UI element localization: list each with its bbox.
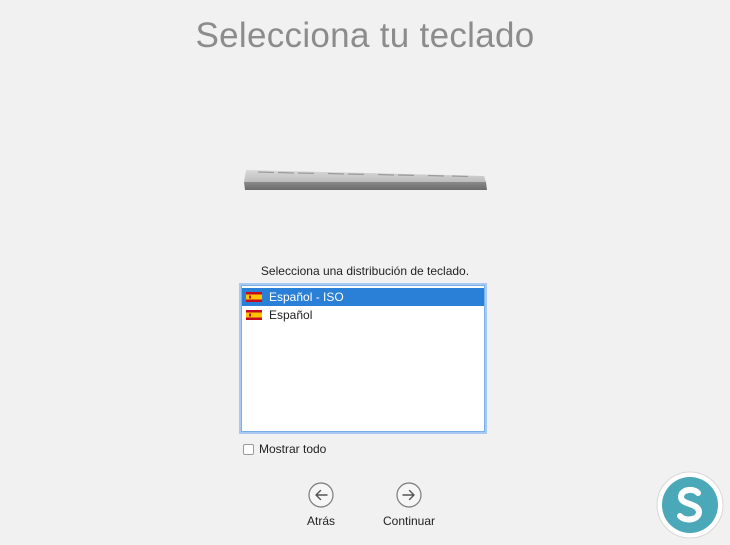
- list-item-espanol-iso[interactable]: Español - ISO: [242, 288, 484, 306]
- continue-label: Continuar: [382, 514, 436, 528]
- keyboard-layout-list[interactable]: Español - ISO Español: [241, 285, 485, 432]
- back-button[interactable]: Atrás: [281, 482, 361, 528]
- continue-button[interactable]: Continuar: [369, 482, 449, 528]
- list-item-label: Español: [269, 308, 313, 322]
- arrow-left-circle-icon[interactable]: [308, 482, 334, 508]
- solvetic-logo: [656, 471, 724, 539]
- list-item-espanol[interactable]: Español: [242, 306, 484, 324]
- show-all-option[interactable]: Mostrar todo: [243, 442, 326, 456]
- arrow-right-circle-icon[interactable]: [396, 482, 422, 508]
- keyboard-icon: [244, 170, 487, 190]
- layout-prompt: Selecciona una distribución de teclado.: [260, 264, 470, 278]
- show-all-label: Mostrar todo: [259, 442, 327, 456]
- page-title: Selecciona tu teclado: [195, 16, 535, 55]
- list-item-label: Español - ISO: [269, 290, 344, 304]
- back-label: Atrás: [306, 514, 335, 528]
- flag-spain-icon: [246, 292, 262, 302]
- flag-spain-icon: [246, 310, 262, 320]
- show-all-checkbox[interactable]: [243, 443, 254, 455]
